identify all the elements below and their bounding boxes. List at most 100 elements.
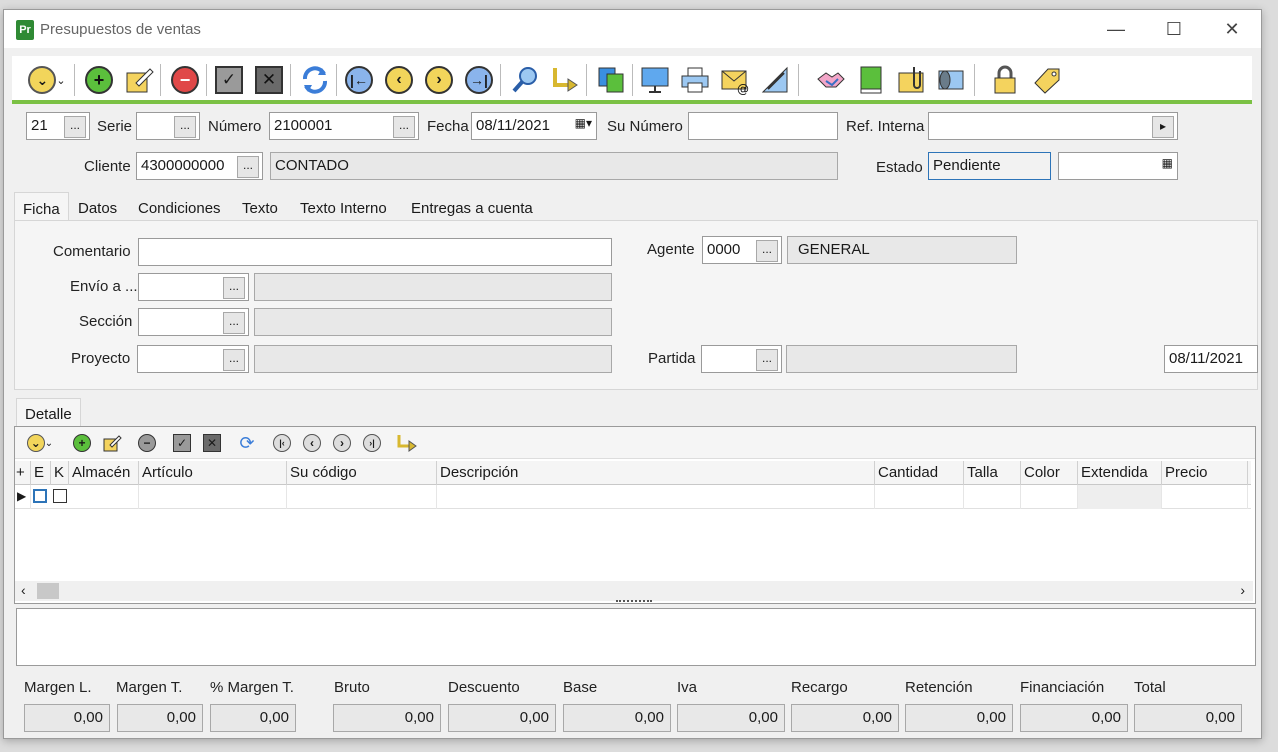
col-su-codigo[interactable]: Su código <box>287 461 437 485</box>
book-button[interactable] <box>854 64 888 96</box>
comentario-field[interactable] <box>138 238 612 266</box>
seccion-field[interactable]: ... <box>138 308 249 336</box>
su-numero-field[interactable] <box>688 112 838 140</box>
tag-button[interactable] <box>1030 64 1064 96</box>
ref-interna-field[interactable]: ▸ <box>928 112 1178 140</box>
scroll-thumb[interactable] <box>37 583 59 599</box>
col-talla[interactable]: Talla <box>964 461 1021 485</box>
col-color[interactable]: Color <box>1021 461 1078 485</box>
agreement-button[interactable] <box>814 64 848 96</box>
maximize-button[interactable]: ☐ <box>1152 14 1196 44</box>
col-extendida[interactable]: Extendida <box>1078 461 1162 485</box>
goto-button[interactable] <box>548 64 582 96</box>
row-k-checkbox[interactable] <box>53 489 67 503</box>
agente-lookup-button[interactable]: ... <box>756 240 778 262</box>
partida-field[interactable]: ... <box>701 345 782 373</box>
ref-interna-arrow-button[interactable]: ▸ <box>1152 116 1174 138</box>
proyecto-lookup-button[interactable]: ... <box>223 349 245 371</box>
scroll-left-icon[interactable]: ‹ <box>21 582 26 598</box>
minimize-button[interactable]: — <box>1094 14 1138 44</box>
numero-field[interactable]: 2100001... <box>269 112 419 140</box>
cell-talla[interactable] <box>964 485 1021 509</box>
seccion-lookup-button[interactable]: ... <box>223 312 245 334</box>
serie-lookup-button[interactable]: ... <box>174 116 196 138</box>
calendar-icon[interactable]: ▦ <box>1162 156 1173 170</box>
fecha-field[interactable]: 08/11/2021 ▦▾ <box>471 112 597 140</box>
detalle-accept-button[interactable]: ✓ <box>171 432 193 454</box>
tab-entregas-a-cuenta[interactable]: Entregas a cuenta <box>403 192 541 222</box>
cell-almacen[interactable] <box>69 485 139 509</box>
edit-button[interactable] <box>122 64 156 96</box>
cell-precio[interactable] <box>1162 485 1248 509</box>
cell-color[interactable] <box>1021 485 1078 509</box>
close-window-button[interactable]: ✕ <box>1210 14 1254 44</box>
tab-texto[interactable]: Texto <box>234 192 286 222</box>
cliente-lookup-button[interactable]: ... <box>237 156 259 178</box>
cell-descripcion[interactable] <box>437 485 875 509</box>
accept-button[interactable]: ✓ <box>212 64 246 96</box>
col-cantidad[interactable]: Cantidad <box>875 461 964 485</box>
cell-cantidad[interactable] <box>875 485 964 509</box>
previous-record-button[interactable]: ‹ <box>382 64 416 96</box>
row-e-checkbox[interactable] <box>33 489 47 503</box>
cancel-button[interactable]: ✕ <box>252 64 286 96</box>
detalle-refresh-button[interactable]: ⟳ <box>236 432 258 454</box>
copy-button[interactable] <box>594 64 628 96</box>
cell-su-codigo[interactable] <box>287 485 437 509</box>
col-descripcion[interactable]: Descripción <box>437 461 875 485</box>
col-e[interactable]: E <box>31 461 51 485</box>
delete-button[interactable]: − <box>168 64 202 96</box>
detalle-options-button[interactable]: ⌄ ⌄ <box>23 432 57 454</box>
detalle-edit-button[interactable] <box>101 432 123 454</box>
estado-date-field[interactable]: ▦ <box>1058 152 1178 180</box>
last-record-button[interactable]: →| <box>462 64 496 96</box>
print-button[interactable] <box>678 64 712 96</box>
rolls-button[interactable] <box>934 64 968 96</box>
detalle-prev-button[interactable]: ‹ <box>301 432 323 454</box>
code-field[interactable]: 21... <box>26 112 90 140</box>
proyecto-field[interactable]: ... <box>137 345 249 373</box>
cliente-code-field[interactable]: 4300000000... <box>136 152 263 180</box>
search-button[interactable] <box>508 64 542 96</box>
notes-area[interactable] <box>16 608 1256 666</box>
detalle-first-button[interactable]: |‹ <box>271 432 293 454</box>
agente-code-field[interactable]: 0000... <box>702 236 782 264</box>
col-precio[interactable]: Precio <box>1162 461 1248 485</box>
attachments-button[interactable] <box>894 64 928 96</box>
envio-lookup-button[interactable]: ... <box>223 277 245 299</box>
col-articulo[interactable]: Artículo <box>139 461 287 485</box>
options-dropdown-button[interactable]: ⌄ ⌄ <box>24 64 70 96</box>
partida-lookup-button[interactable]: ... <box>756 349 778 371</box>
tab-ficha[interactable]: Ficha <box>14 192 69 222</box>
cell-articulo[interactable] <box>139 485 287 509</box>
horizontal-scrollbar[interactable]: ‹ › <box>15 581 1253 601</box>
col-almacen[interactable]: Almacén <box>69 461 139 485</box>
next-record-button[interactable]: › <box>422 64 456 96</box>
col-add[interactable]: + <box>15 461 31 485</box>
detalle-delete-button[interactable]: − <box>136 432 158 454</box>
envio-field[interactable]: ... <box>138 273 249 301</box>
first-record-button[interactable]: |← <box>342 64 376 96</box>
splitter-handle[interactable] <box>616 600 652 606</box>
tab-condiciones[interactable]: Condiciones <box>130 192 229 222</box>
detalle-goto-button[interactable] <box>396 432 418 454</box>
partida-date-field[interactable]: 08/11/2021 <box>1164 345 1258 373</box>
tab-datos[interactable]: Datos <box>70 192 125 222</box>
design-button[interactable] <box>758 64 792 96</box>
code-lookup-button[interactable]: ... <box>64 116 86 138</box>
detalle-cancel-button[interactable]: ✕ <box>201 432 223 454</box>
calendar-dropdown-icon[interactable]: ▦▾ <box>575 116 592 130</box>
tab-detalle[interactable]: Detalle <box>16 398 81 426</box>
table-row[interactable]: ▶ <box>15 485 1251 509</box>
email-button[interactable]: @ <box>718 64 752 96</box>
tab-texto-interno[interactable]: Texto Interno <box>292 192 395 222</box>
serie-field[interactable]: ... <box>136 112 200 140</box>
detalle-next-button[interactable]: › <box>331 432 353 454</box>
detalle-last-button[interactable]: ›| <box>361 432 383 454</box>
refresh-button[interactable] <box>298 64 332 96</box>
add-button[interactable]: + <box>82 64 116 96</box>
lock-button[interactable] <box>988 64 1022 96</box>
col-k[interactable]: K <box>51 461 69 485</box>
numero-lookup-button[interactable]: ... <box>393 116 415 138</box>
scroll-right-icon[interactable]: › <box>1240 582 1245 598</box>
